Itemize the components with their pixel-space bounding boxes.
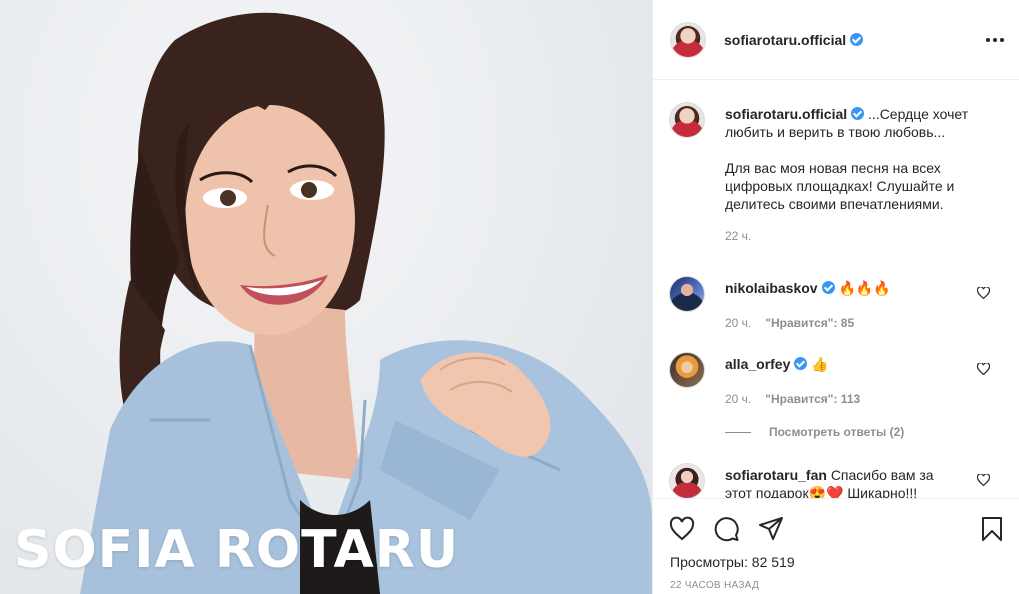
caption-line-2: любить и верить в твою любовь... [725,124,946,140]
comment-content-line-1: Спасибо вам за [830,467,934,483]
author-avatar[interactable] [670,22,706,58]
caption-line-1: ...Сердце хочет [868,106,969,122]
comment-username[interactable]: alla_orfey [725,356,790,372]
bookmark-icon[interactable] [979,516,1005,542]
comment-icon[interactable] [714,516,740,542]
post-header: sofiarotaru.official [653,0,1019,80]
comments-list: sofiarotaru.official ...Сердце хочет люб… [653,80,1019,498]
comment-avatar[interactable] [669,276,705,312]
comment-like-heart-icon[interactable] [977,287,990,299]
comment-username[interactable]: sofiarotaru_fan [725,467,827,483]
verified-badge-icon [851,107,865,120]
comment-avatar[interactable] [669,463,705,498]
comment-username[interactable]: nikolaibaskov [725,280,818,296]
author-username[interactable]: sofiarotaru.official [724,32,846,48]
caption-line-5: делитесь своими впечатлениями. [725,196,944,212]
post-timestamp[interactable]: 22 часов назад [670,580,759,591]
comment-likes[interactable]: "Нравится": 113 [765,392,860,406]
comment-like-heart-icon[interactable] [977,474,990,486]
comment-time[interactable]: 20 ч. [725,392,751,406]
portrait-illustration [80,12,652,594]
views-label: Просмотры: [670,554,748,570]
caption-line-3: Для вас моя новая песня на всех [725,160,941,176]
comment-meta: 20 ч. "Нравится": 85 [725,314,987,332]
caption-line-4: цифровых площадках! Слушайте и [725,178,955,194]
comment-avatar[interactable] [669,352,705,388]
comment-time[interactable]: 20 ч. [725,316,751,330]
post-image[interactable]: SOFIA ROTARU [0,0,652,594]
comment-content-line-2: этот подарок😍❤️ Шикарно!!! [725,485,918,498]
image-overlay-title: SOFIA ROTARU [14,520,460,580]
more-horizontal-icon[interactable] [986,38,1004,42]
comment-body: sofiarotaru_fan Спасибо вам за этот пода… [725,466,987,498]
caption-text: sofiarotaru.official ...Сердце хочет люб… [725,105,987,213]
comment-likes[interactable]: "Нравится": 85 [765,316,854,330]
verified-badge-icon [821,281,835,294]
heart-icon[interactable] [669,516,695,542]
verified-badge-icon [850,33,864,46]
comment-text: nikolaibaskov 🔥🔥🔥 [725,279,987,297]
views-count-row: Просмотры: 82 519 [670,554,795,570]
views-count: 82 519 [751,554,795,570]
post-side-panel: sofiarotaru.official sofiarotaru.officia… [652,0,1019,594]
comment-body: nikolaibaskov 🔥🔥🔥 20 ч. "Нравится": 85 [725,279,987,332]
caption-username[interactable]: sofiarotaru.official [725,106,847,122]
comment-text: sofiarotaru_fan Спасибо вам за этот пода… [725,466,987,498]
comment-like-heart-icon[interactable] [977,363,990,375]
author-name-wrap: sofiarotaru.official [724,32,864,48]
verified-badge-icon [794,357,808,370]
caption-time[interactable]: 22 ч. [725,227,987,245]
paper-plane-icon[interactable] [758,516,784,542]
caption-avatar[interactable] [669,102,705,138]
view-replies-label: Посмотреть ответы (2) [769,425,905,439]
comment-content: 🔥🔥🔥 [838,280,891,296]
comment-meta: 20 ч. "Нравится": 113 [725,390,987,408]
comment-body: alla_orfey 👍 20 ч. "Нравится": 113 [725,355,987,408]
caption-body: sofiarotaru.official ...Сердце хочет люб… [725,105,987,245]
view-replies-button[interactable]: Посмотреть ответы (2) [725,425,904,439]
comment-content: 👍 [811,356,829,372]
comment-text: alla_orfey 👍 [725,355,987,373]
replies-divider [725,431,751,433]
